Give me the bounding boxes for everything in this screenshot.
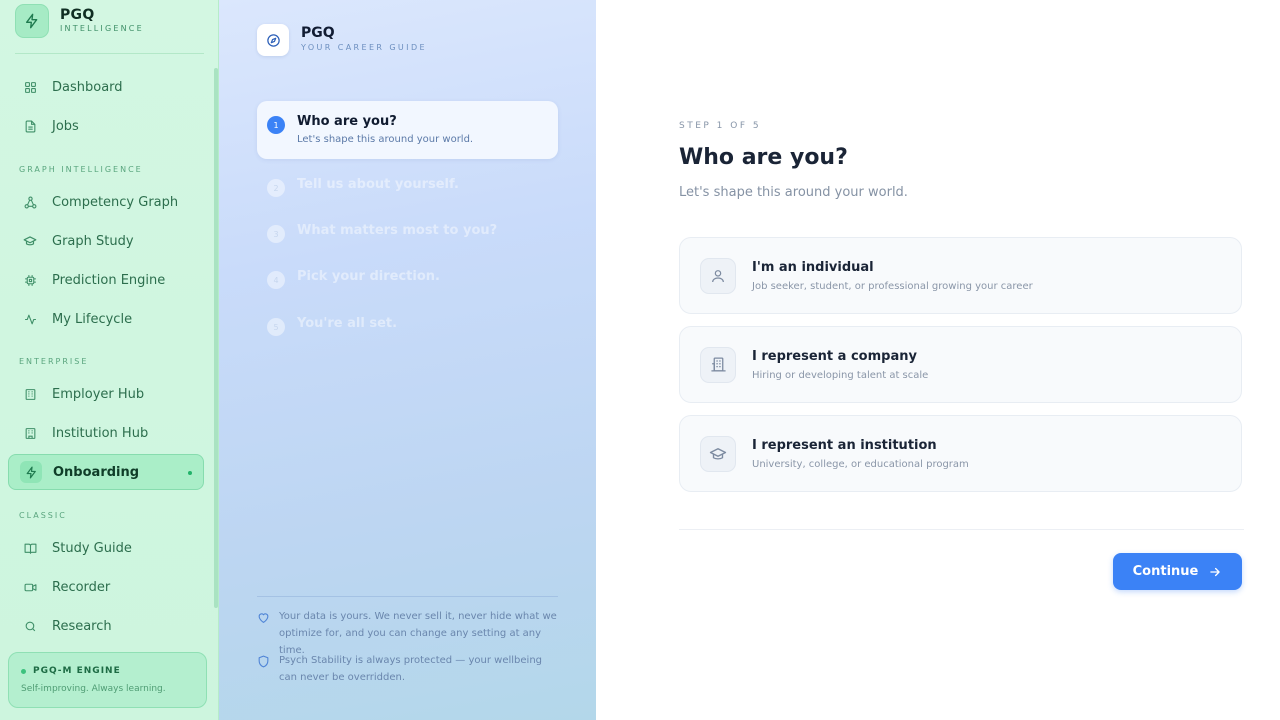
heart-icon [257, 609, 271, 623]
option-description: University, college, or educational prog… [752, 458, 969, 470]
step-item-5: 5 You're all set. [257, 303, 558, 361]
option-description: Job seeker, student, or professional gro… [752, 280, 1033, 292]
sidebar-item-label: My Lifecycle [52, 311, 133, 327]
sidebar-item-research[interactable]: Research [8, 608, 204, 644]
engine-status-card: PGQ-M ENGINE Self-improving. Always lear… [8, 652, 207, 708]
engine-subtitle: Self-improving. Always learning. [21, 684, 166, 694]
shield-icon [257, 653, 271, 668]
step-title: What matters most to you? [297, 223, 498, 238]
graduation-cap-icon [22, 233, 38, 249]
option-title: I'm an individual [752, 259, 874, 275]
sidebar-item-label: Employer Hub [52, 386, 145, 402]
step-description: Let's shape this around your world. [297, 134, 474, 145]
brand-name: PGQ [60, 7, 95, 23]
sidebar-item-graph-study[interactable]: Graph Study [8, 223, 204, 259]
section-title-graph: GRAPH INTELLIGENCE [19, 165, 143, 174]
engine-title: PGQ-M ENGINE [33, 666, 121, 676]
option-title: I represent an institution [752, 437, 937, 453]
graph-nodes-icon [22, 194, 38, 210]
brand-subtitle: INTELLIGENCE [60, 24, 144, 33]
book-icon [22, 540, 38, 556]
sidebar-item-prediction-engine[interactable]: Prediction Engine [8, 262, 204, 298]
step-title: You're all set. [297, 316, 398, 331]
sidebar-item-label: Study Guide [52, 540, 132, 556]
step-number: 2 [267, 179, 285, 197]
sidebar-item-label: Onboarding [53, 464, 140, 480]
sidebar-item-institution-hub[interactable]: Institution Hub [8, 415, 204, 451]
section-title-enterprise: ENTERPRISE [19, 357, 89, 366]
sidebar-item-employer-hub[interactable]: Employer Hub [8, 376, 204, 412]
sidebar-item-recorder[interactable]: Recorder [8, 569, 204, 605]
option-description: Hiring or developing talent at scale [752, 369, 929, 381]
sidebar-item-study-guide[interactable]: Study Guide [8, 530, 204, 566]
option-title: I represent a company [752, 348, 917, 364]
sidebar-item-dashboard[interactable]: Dashboard [8, 69, 204, 105]
sidebar-item-label: Prediction Engine [52, 272, 166, 288]
activity-icon [22, 311, 38, 327]
step-number: 4 [267, 271, 285, 289]
wellbeing-note-text: Psych Stability is always protected — yo… [279, 655, 543, 683]
continue-button[interactable]: Continue [1113, 553, 1242, 590]
divider [679, 529, 1244, 530]
step-title: Pick your direction. [297, 269, 440, 284]
sidebar-item-my-lifecycle[interactable]: My Lifecycle [8, 301, 204, 337]
building-icon [700, 346, 736, 383]
step-number: 3 [267, 225, 285, 243]
lightning-icon [15, 4, 49, 38]
option-company[interactable]: I represent a company Hiring or developi… [679, 326, 1242, 403]
building-icon [22, 386, 38, 402]
step-number: 5 [267, 318, 285, 336]
divider [257, 596, 558, 597]
step-item-1[interactable]: 1 Who are you? Let's shape this around y… [257, 101, 558, 159]
sidebar-item-label: Dashboard [52, 79, 123, 95]
sidebar-item-label: Recorder [52, 579, 111, 595]
active-indicator-dot [188, 471, 192, 475]
step-title: Who are you? [297, 114, 397, 129]
grid-icon [22, 79, 38, 95]
page-title: Who are you? [679, 145, 848, 170]
step-title: Tell us about yourself. [297, 177, 459, 192]
page-subtitle: Let's shape this around your world. [679, 185, 908, 200]
sidebar-item-label: Research [52, 618, 112, 634]
brand[interactable]: PGQ INTELLIGENCE [15, 4, 144, 38]
guide-brand-name: PGQ [301, 25, 335, 41]
compass-icon [257, 24, 289, 56]
section-title-classic: CLASSIC [19, 511, 67, 520]
sidebar-item-onboarding[interactable]: Onboarding [8, 454, 204, 490]
guide-brand-subtitle: YOUR CAREER GUIDE [301, 43, 427, 52]
chip-icon [22, 272, 38, 288]
divider [15, 53, 204, 54]
arrow-right-icon [1208, 565, 1222, 579]
lightning-icon [20, 461, 42, 483]
sidebar-item-competency-graph[interactable]: Competency Graph [8, 184, 204, 220]
option-institution[interactable]: I represent an institution University, c… [679, 415, 1242, 492]
person-icon [700, 257, 736, 294]
status-dot [21, 668, 26, 674]
sidebar: PGQ INTELLIGENCE Dashboard Jobs GRAPH IN… [0, 0, 219, 720]
sidebar-item-label: Competency Graph [52, 194, 179, 210]
step-counter: STEP 1 OF 5 [679, 121, 762, 131]
video-icon [22, 579, 38, 595]
search-icon [22, 618, 38, 634]
sidebar-item-label: Jobs [52, 118, 79, 134]
wellbeing-note: Psych Stability is always protected — yo… [257, 652, 557, 686]
sidebar-item-label: Graph Study [52, 233, 134, 249]
sidebar-item-label: Institution Hub [52, 425, 149, 441]
sidebar-item-jobs[interactable]: Jobs [8, 108, 204, 144]
sidebar-scrollbar[interactable] [214, 68, 218, 608]
institution-icon [22, 425, 38, 441]
option-individual[interactable]: I'm an individual Job seeker, student, o… [679, 237, 1242, 314]
step-number: 1 [267, 116, 285, 134]
continue-button-label: Continue [1132, 564, 1199, 579]
career-guide-panel: PGQ YOUR CAREER GUIDE 1 Who are you? Let… [219, 0, 596, 720]
document-icon [22, 118, 38, 134]
graduation-cap-icon [700, 435, 736, 472]
